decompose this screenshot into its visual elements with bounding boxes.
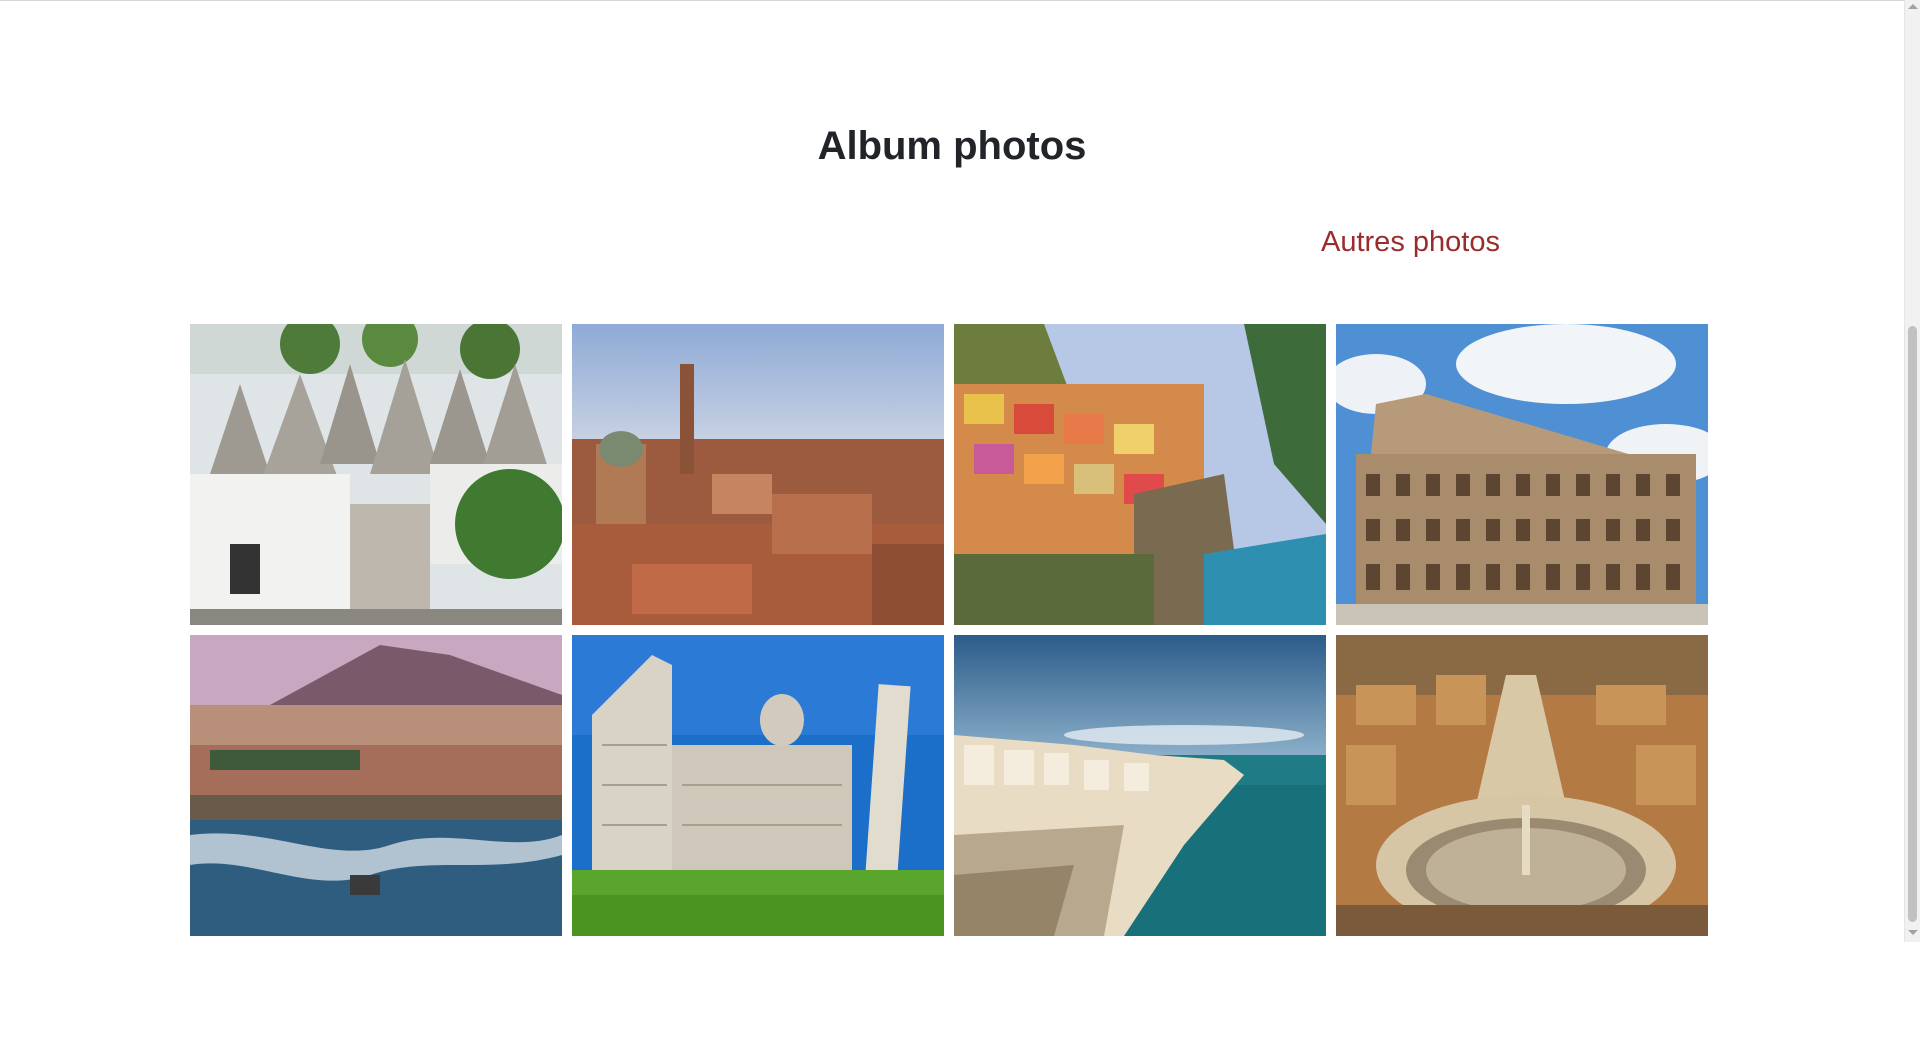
photo-st-peters-square[interactable] bbox=[1336, 635, 1708, 936]
page: Album photos Autres photos bbox=[0, 0, 1904, 1040]
top-divider bbox=[0, 0, 1904, 1]
photo-bologna-image bbox=[572, 324, 944, 625]
photo-cliffside-town[interactable] bbox=[954, 635, 1326, 936]
photo-naples-vesuvius[interactable] bbox=[190, 635, 562, 936]
vertical-scrollbar[interactable] bbox=[1904, 0, 1920, 942]
photo-cinque-terre[interactable] bbox=[954, 324, 1326, 625]
photo-pisa-image bbox=[572, 635, 944, 936]
photo-colosseum-image bbox=[1336, 324, 1708, 625]
photo-colosseum[interactable] bbox=[1336, 324, 1708, 625]
photo-naples-image bbox=[190, 635, 562, 936]
other-photos-link[interactable]: Autres photos bbox=[1321, 222, 1500, 262]
photo-cliffside-image bbox=[954, 635, 1326, 936]
scroll-up-arrow-icon[interactable] bbox=[1908, 4, 1918, 9]
photo-cinque-terre-image bbox=[954, 324, 1326, 625]
photo-st-peters-image bbox=[1336, 635, 1708, 936]
photo-trulli-image bbox=[190, 324, 562, 625]
page-title: Album photos bbox=[817, 124, 1087, 168]
photo-gallery bbox=[190, 324, 1710, 936]
scrollbar-thumb[interactable] bbox=[1908, 326, 1917, 922]
scroll-down-arrow-icon[interactable] bbox=[1908, 930, 1918, 935]
scrollbar-gap bbox=[1904, 942, 1920, 1040]
photo-bologna-rooftops[interactable] bbox=[572, 324, 944, 625]
photo-trulli-houses[interactable] bbox=[190, 324, 562, 625]
photo-pisa-cathedral[interactable] bbox=[572, 635, 944, 936]
